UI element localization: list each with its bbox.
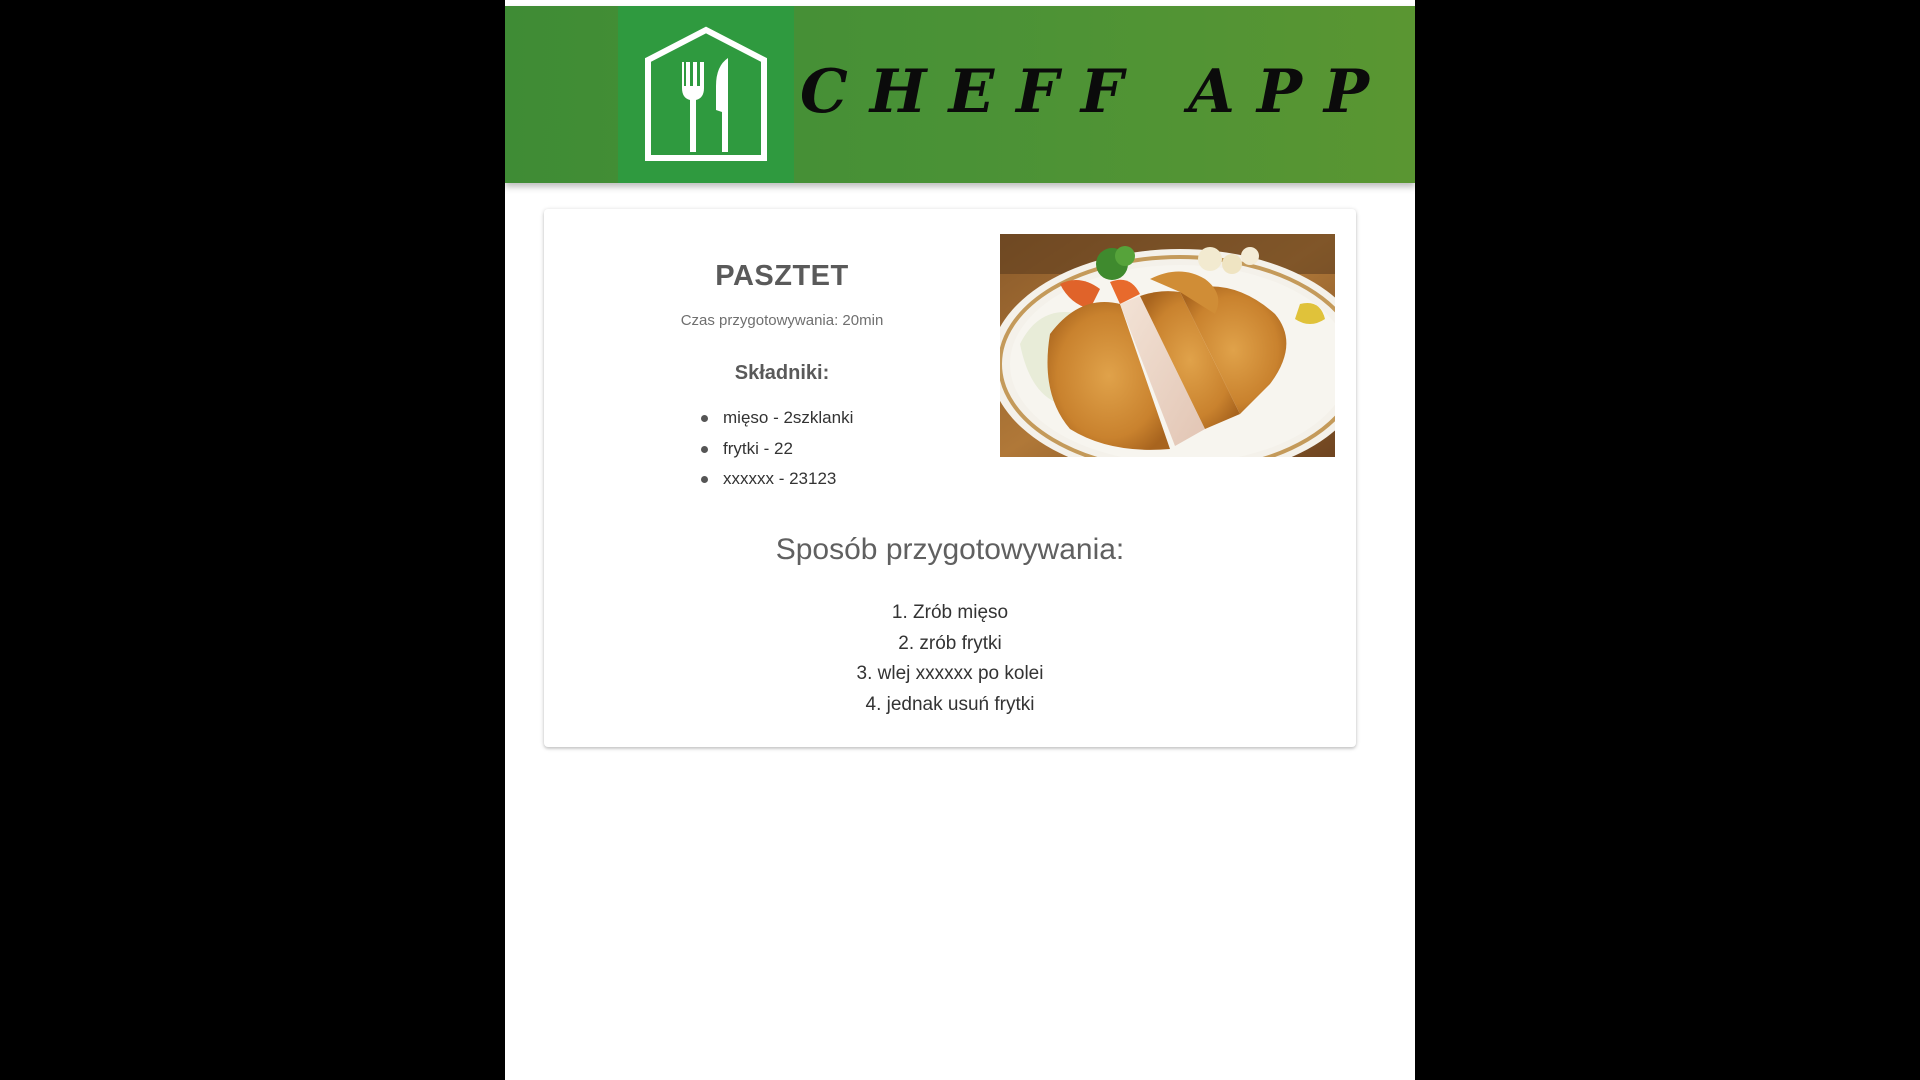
app-page: CHEFF APP PASZTET Czas przygotowywania: …: [505, 0, 1415, 1080]
app-logo[interactable]: [618, 6, 794, 183]
bullet-icon: [701, 445, 708, 453]
step-item: 4. jednak usuń frytki: [865, 693, 1035, 715]
ingredient-item: xxxxxx - 23123: [701, 464, 853, 495]
bullet-icon: [701, 415, 708, 422]
recipe-card: PASZTET Czas przygotowywania: 20min Skła…: [544, 209, 1356, 747]
ingredients-heading: Składniki:: [734, 362, 830, 384]
ingredient-item: frytki - 22: [701, 434, 853, 465]
step-item: 1. Zrób mięso: [891, 602, 1009, 623]
dish-photo-image: [1000, 234, 1335, 457]
step-item: 3. wlej xxxxxx po kolei: [856, 663, 1044, 684]
method-heading: Sposób przygotowywania:: [775, 533, 1125, 566]
step-item: 2. zrób frytki: [898, 632, 1002, 654]
app-header: CHEFF APP: [505, 6, 1415, 183]
house-fork-knife-icon: [645, 26, 767, 161]
recipe-title: PASZTET: [715, 260, 849, 292]
dish-photo: [1000, 234, 1335, 457]
ingredient-text: xxxxxx - 23123: [723, 469, 837, 488]
ingredient-text: frytki - 22: [723, 438, 793, 458]
ingredient-text: mięso - 2szklanki: [723, 408, 854, 427]
ingredient-item: mięso - 2szklanki: [701, 403, 853, 434]
app-title: CHEFF APP: [800, 57, 1392, 127]
bullet-icon: [701, 476, 708, 483]
ingredients-list: mięso - 2szklanki frytki - 22 xxxxxx - 2…: [701, 403, 853, 495]
steps-list: 1. Zrób mięso 2. zrób frytki 3. wlej xxx…: [544, 598, 1356, 720]
prep-time: Czas przygotowywania: 20min: [680, 312, 884, 329]
